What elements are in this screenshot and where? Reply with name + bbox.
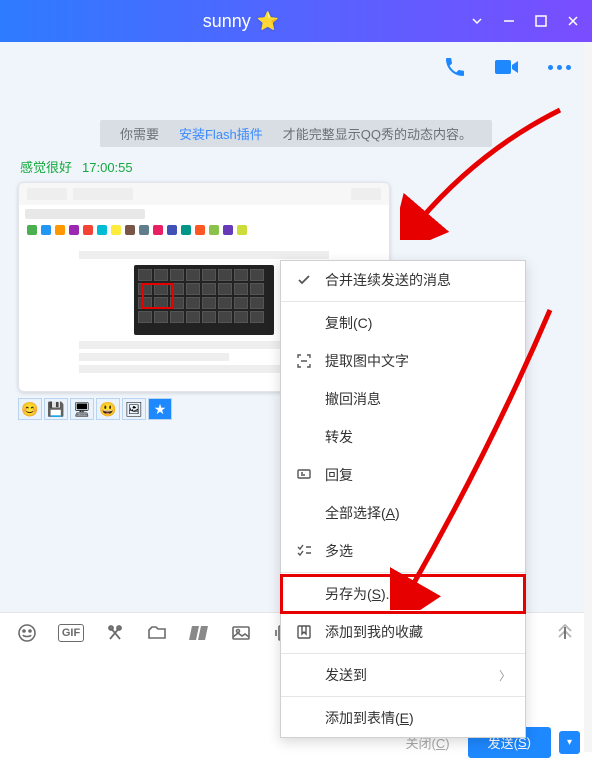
more-icon[interactable] xyxy=(546,54,572,80)
send-dropdown-icon[interactable]: ▾ xyxy=(559,731,580,754)
menu-label: 合并连续发送的消息 xyxy=(325,270,451,290)
menu-merge-messages[interactable]: 合并连续发送的消息 xyxy=(281,261,525,299)
chevron-right-icon: 〉 xyxy=(499,667,511,684)
gif-icon[interactable]: GIF xyxy=(58,624,84,642)
image-action-icon[interactable]: 🖼 xyxy=(122,398,146,420)
menu-label: 添加到表情(E) xyxy=(325,708,414,728)
flash-install-link[interactable]: 安装Flash插件 xyxy=(169,123,273,146)
menu-send-to[interactable]: 发送到 〉 xyxy=(281,656,525,694)
star-action-icon[interactable]: ★ xyxy=(148,398,172,420)
emoji-action-icon[interactable]: 😊 xyxy=(18,398,42,420)
notice-suffix: 才能完整显示QQ秀的动态内容。 xyxy=(273,123,482,146)
scrollbar-track[interactable] xyxy=(584,42,592,752)
close-icon[interactable] xyxy=(566,14,580,28)
menu-forward[interactable]: 转发 xyxy=(281,418,525,456)
maximize-icon[interactable] xyxy=(534,14,548,28)
menu-multi-select[interactable]: 多选 xyxy=(281,532,525,570)
file-icon[interactable] xyxy=(146,622,168,644)
menu-label: 撤回消息 xyxy=(325,389,381,409)
minimize-icon[interactable] xyxy=(502,14,516,28)
history-icon[interactable] xyxy=(554,622,576,644)
smile-action-icon[interactable]: 😃 xyxy=(96,398,120,420)
contact-name: sunny xyxy=(203,11,251,32)
menu-label: 提取图中文字 xyxy=(325,351,409,371)
check-icon xyxy=(295,272,313,288)
picture-icon[interactable] xyxy=(230,622,252,644)
title-bar: sunny ⭐ xyxy=(0,0,592,42)
menu-select-all[interactable]: 全部选择(A) xyxy=(281,494,525,532)
multiselect-icon xyxy=(295,543,313,559)
menu-extract-text[interactable]: 提取图中文字 xyxy=(281,342,525,380)
context-menu: 合并连续发送的消息 复制(C) 提取图中文字 撤回消息 转发 回复 全部选择(A… xyxy=(280,260,526,738)
action-bar xyxy=(0,42,592,92)
send-file-icon[interactable] xyxy=(188,622,210,644)
menu-add-emoji[interactable]: 添加到表情(E) xyxy=(281,699,525,737)
screen-action-icon[interactable]: 🖥 xyxy=(70,398,94,420)
ocr-icon xyxy=(295,353,313,369)
notice-prefix: 你需要 xyxy=(110,123,169,146)
menu-save-as[interactable]: 另存为(S)... xyxy=(281,575,525,613)
menu-copy[interactable]: 复制(C) xyxy=(281,304,525,342)
menu-label: 另存为(S)... xyxy=(325,584,397,604)
flash-notice: 你需要安装Flash插件才能完整显示QQ秀的动态内容。 xyxy=(18,120,574,147)
window-controls xyxy=(470,14,580,28)
menu-label: 全部选择(A) xyxy=(325,503,400,523)
menu-label: 多选 xyxy=(325,541,353,561)
window-title: sunny ⭐ xyxy=(12,11,470,32)
sender-name: 感觉很好 xyxy=(20,160,72,175)
voice-call-icon[interactable] xyxy=(442,54,468,80)
screenshot-icon[interactable] xyxy=(104,622,126,644)
dropdown-icon[interactable] xyxy=(470,14,484,28)
menu-label: 复制(C) xyxy=(325,313,372,333)
menu-label: 发送到 xyxy=(325,665,367,685)
emoji-picker-icon[interactable] xyxy=(16,622,38,644)
bookmark-icon xyxy=(295,624,313,640)
menu-recall[interactable]: 撤回消息 xyxy=(281,380,525,418)
menu-label: 回复 xyxy=(325,465,353,485)
menu-reply[interactable]: 回复 xyxy=(281,456,525,494)
menu-label: 添加到我的收藏 xyxy=(325,622,423,642)
favorite-star-icon: ⭐ xyxy=(257,11,279,32)
reply-icon xyxy=(295,467,313,483)
save-action-icon[interactable]: 💾 xyxy=(44,398,68,420)
menu-label: 转发 xyxy=(325,427,353,447)
menu-add-favorites[interactable]: 添加到我的收藏 xyxy=(281,613,525,651)
video-call-icon[interactable] xyxy=(494,54,520,80)
message-meta: 感觉很好 17:00:55 xyxy=(20,157,574,176)
message-time: 17:00:55 xyxy=(82,160,133,175)
